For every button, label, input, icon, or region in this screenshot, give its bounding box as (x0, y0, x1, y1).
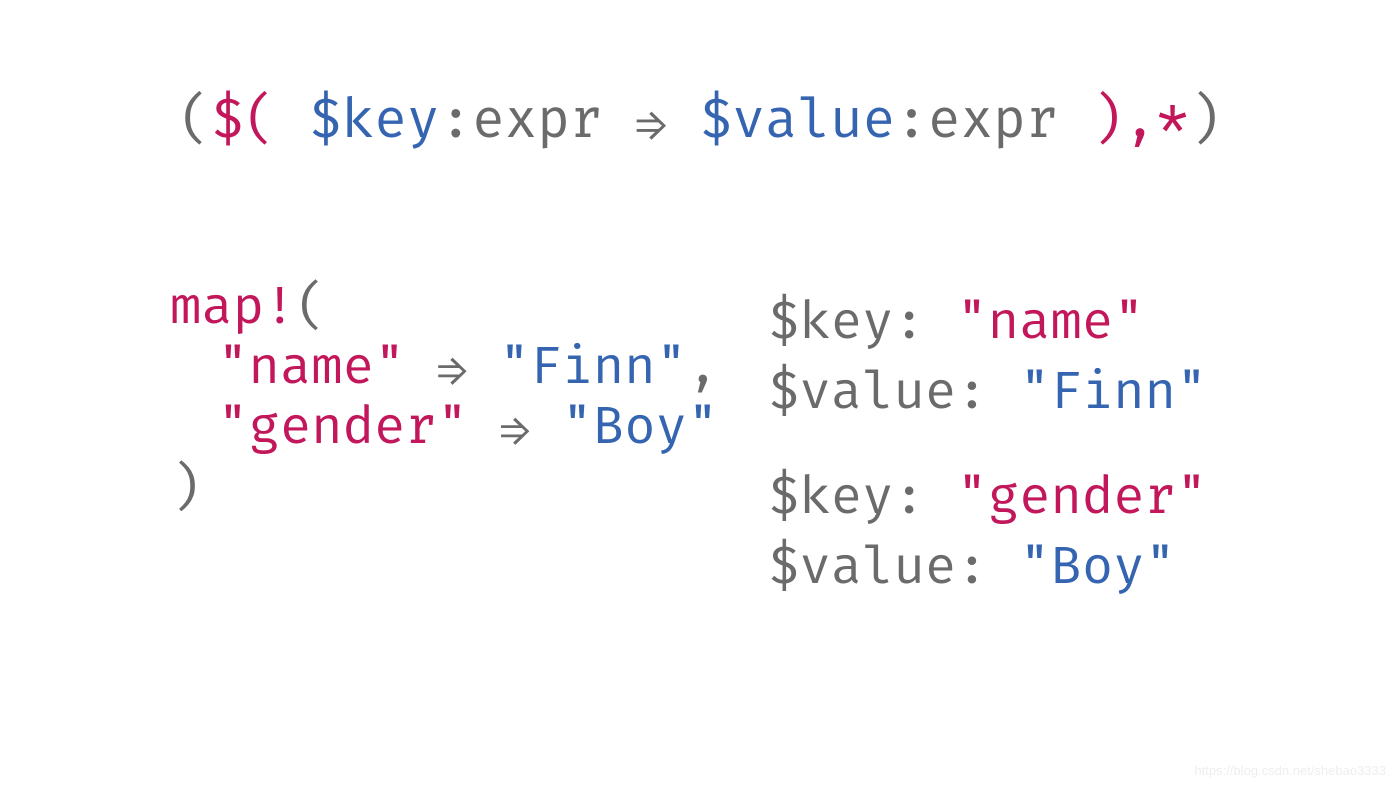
string-key: "gender" (217, 396, 468, 459)
comma: , (687, 336, 718, 399)
binding-value-value: "Boy" (1019, 536, 1176, 599)
macro-name: map! (170, 276, 296, 339)
string-value: "Boy" (562, 396, 719, 459)
macro-invocation: map!( "name" ⇒ "Finn", "gender" ⇒ "Boy" … (170, 278, 718, 519)
expr-fragment: expr (928, 89, 1058, 154)
arrow-icon: ⇒ (500, 397, 531, 460)
paren-close: ) (1189, 89, 1222, 154)
colon: : (895, 89, 928, 154)
close-comma-star: ),* (1091, 89, 1189, 154)
watermark: https://blog.csdn.net/shebao3333 (1194, 763, 1386, 778)
expr-fragment: expr (472, 89, 602, 154)
dollar-open: $( (211, 89, 276, 154)
spacer (768, 428, 1207, 464)
invocation-line-open: map!( (170, 278, 718, 338)
binding-key-value: "name" (956, 291, 1144, 354)
binding-row: $key: "name" (768, 288, 1207, 358)
binding-key-label: $key: (768, 291, 925, 354)
space (667, 89, 700, 154)
space (1058, 89, 1091, 154)
key-variable: $key (309, 89, 439, 154)
value-variable: $value (700, 89, 896, 154)
invocation-line-2: "gender" ⇒ "Boy" (170, 398, 718, 458)
binding-value-value: "Finn" (1019, 361, 1207, 424)
paren-open: ( (296, 276, 327, 339)
arrow-icon: ⇒ (437, 337, 468, 400)
string-value: "Finn" (499, 336, 687, 399)
arrow-icon: ⇒ (635, 91, 667, 156)
bindings: $key: "name" $value: "Finn" $key: "gende… (768, 288, 1207, 603)
paren-close: ) (170, 457, 201, 520)
binding-row: $value: "Finn" (768, 358, 1207, 428)
paren-open: ( (178, 89, 211, 154)
invocation-line-1: "name" ⇒ "Finn", (170, 338, 718, 398)
binding-key-value: "gender" (956, 466, 1207, 529)
binding-key-label: $key: (768, 466, 925, 529)
space (603, 89, 636, 154)
invocation-line-close: ) (170, 459, 718, 519)
macro-pattern: ($( $key:expr ⇒ $value:expr ),*) (0, 86, 1400, 154)
colon: : (439, 89, 472, 154)
string-key: "name" (217, 336, 405, 399)
space (276, 89, 309, 154)
binding-value-label: $value: (768, 536, 988, 599)
binding-value-label: $value: (768, 361, 988, 424)
binding-row: $key: "gender" (768, 463, 1207, 533)
binding-row: $value: "Boy" (768, 533, 1207, 603)
